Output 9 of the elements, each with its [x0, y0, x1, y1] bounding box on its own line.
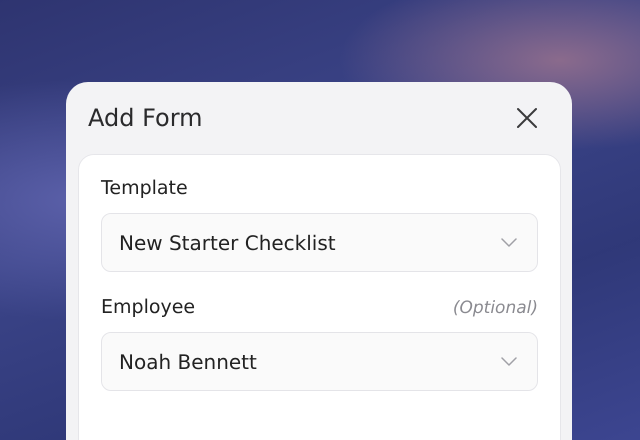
dropdown-field[interactable]: New Starter Checklist [101, 213, 538, 272]
optional-note: (Optional) [452, 298, 538, 318]
field-label: Employee [101, 296, 196, 318]
dialog-title: Add Form [88, 104, 203, 132]
close-icon[interactable] [516, 107, 538, 129]
field-label: Template [101, 177, 188, 199]
chevron-down-icon [501, 357, 517, 366]
chevron-down-icon [501, 238, 517, 247]
dropdown-field[interactable]: Noah Bennett [101, 332, 538, 391]
